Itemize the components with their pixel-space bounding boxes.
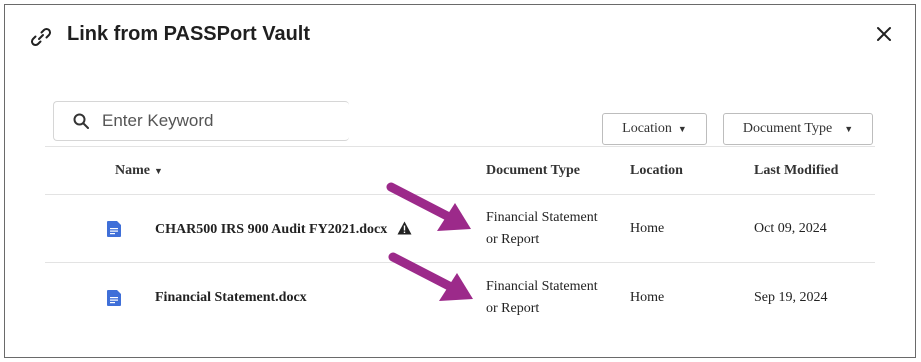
file-name-text: CHAR500 IRS 900 Audit FY2021.docx — [155, 222, 388, 237]
header-top-divider — [45, 146, 875, 147]
vault-dialog: Link from PASSPort Vault Location ▼ Docu… — [4, 4, 916, 358]
last-modified-cell: Oct 09, 2024 — [754, 221, 827, 236]
column-header-last-modified: Last Modified — [754, 163, 839, 178]
column-header-name[interactable]: Name ▼ — [115, 163, 163, 179]
document-type-line-1: Financial Statement — [486, 279, 598, 294]
annotation-arrow — [388, 252, 473, 301]
document-type-cell: Financial Statement or Report — [486, 276, 616, 320]
location-filter-label: Location — [622, 121, 672, 136]
location-cell: Home — [630, 290, 665, 305]
dialog-title: Link from PASSPort Vault — [67, 23, 310, 45]
close-icon — [877, 27, 891, 41]
close-button[interactable] — [871, 21, 897, 47]
file-name[interactable]: CHAR500 IRS 900 Audit FY2021.docx — [155, 221, 412, 238]
column-header-document-type: Document Type — [486, 163, 580, 178]
search-box — [53, 101, 349, 141]
caret-down-icon: ▼ — [844, 124, 854, 134]
column-header-name-label: Name — [115, 163, 150, 178]
column-header-location: Location — [630, 163, 683, 178]
location-cell: Home — [630, 221, 665, 236]
caret-down-icon: ▼ — [677, 124, 687, 134]
search-icon — [73, 113, 89, 129]
search-input[interactable] — [100, 110, 334, 132]
document-icon — [107, 290, 121, 306]
document-type-filter-label: Document Type — [742, 121, 833, 136]
annotation-arrow — [386, 182, 471, 231]
link-icon — [30, 27, 52, 47]
file-name[interactable]: Financial Statement.docx — [155, 290, 307, 306]
document-type-line-2: or Report — [486, 232, 540, 247]
location-filter-button[interactable]: Location ▼ — [602, 113, 707, 145]
sort-down-icon: ▼ — [154, 166, 163, 176]
last-modified-cell: Sep 19, 2024 — [754, 290, 828, 305]
document-type-filter-button[interactable]: Document Type ▼ — [723, 113, 873, 145]
document-type-line-1: Financial Statement — [486, 210, 598, 225]
document-icon — [107, 221, 121, 237]
document-type-line-2: or Report — [486, 301, 540, 316]
document-type-cell: Financial Statement or Report — [486, 207, 616, 251]
